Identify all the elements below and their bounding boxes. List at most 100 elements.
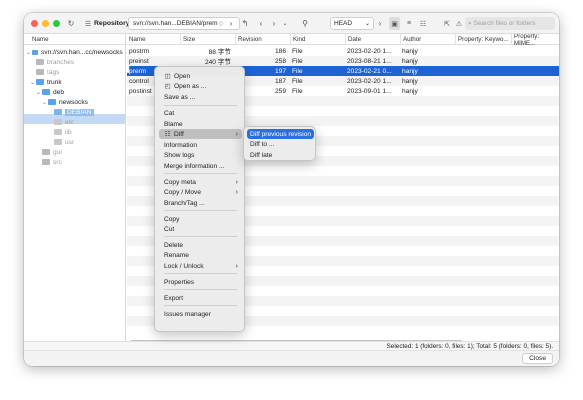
tree-item-lib[interactable]: lib xyxy=(54,127,72,137)
repository-icon: ☰ xyxy=(84,20,92,28)
menu-item-label: Open as ... xyxy=(174,82,207,90)
tree-item-branches[interactable]: branches xyxy=(36,57,74,67)
nav-menu-chevron-icon[interactable]: ⌄ xyxy=(280,17,290,30)
close-window-button[interactable] xyxy=(31,20,38,27)
cell-date: 2023-02-20 1... xyxy=(347,47,392,55)
context-menu: ◫ Open ◰ Open as ... Save as ... Cat Blame… xyxy=(154,66,245,332)
revision-select[interactable]: HEAD ⌄ xyxy=(330,17,374,30)
menu-item-blame[interactable]: Blame xyxy=(159,119,242,129)
menu-item-merge-information[interactable]: Merge information ... xyxy=(159,161,242,171)
tree-item-root[interactable]: ⌄ svn://svn.han...cc/newsocks xyxy=(26,47,123,57)
forward-icon[interactable]: › xyxy=(269,17,279,30)
menu-item-copy-meta[interactable]: Copy meta › xyxy=(159,177,242,187)
cell-author: hanjy xyxy=(402,87,418,95)
split-view-icon[interactable]: ▣ xyxy=(389,17,400,30)
refresh-icon[interactable]: ↻ xyxy=(66,17,76,30)
menu-item-label: Merge information ... xyxy=(164,162,225,170)
menu-item-open[interactable]: ◫ Open xyxy=(159,71,242,81)
tree-item-newsocks[interactable]: ⌄ newsocks xyxy=(42,97,88,107)
columns-view-icon[interactable]: ≡ xyxy=(404,17,414,30)
tree-item-src[interactable]: src xyxy=(42,157,62,167)
tree-item-debian[interactable]: DEBIAN xyxy=(54,107,94,117)
revision-icon[interactable]: ⚲ xyxy=(300,17,310,30)
menu-item-branch-tag[interactable]: Branch/Tag ... xyxy=(159,198,242,208)
repository-label[interactable]: Repository xyxy=(94,17,130,30)
column-header-name[interactable]: Name xyxy=(127,34,180,45)
tree-item-etc[interactable]: etc xyxy=(54,117,74,127)
menu-item-properties[interactable]: Properties xyxy=(159,277,242,287)
diff-submenu: Diff previous revision Diff to ... Diff … xyxy=(243,126,316,161)
go-up-icon[interactable]: ↰ xyxy=(240,17,250,30)
menu-item-copy-move[interactable]: Copy / Move › xyxy=(159,187,242,197)
menu-item-cut[interactable]: Cut xyxy=(159,224,242,234)
menu-item-label: Cat xyxy=(164,109,175,117)
tree-item-usr[interactable]: usr xyxy=(54,137,74,147)
menu-item-rename[interactable]: Rename xyxy=(159,250,242,260)
tree-item-label: etc xyxy=(65,118,74,126)
chevron-right-icon: › xyxy=(235,188,238,196)
column-header-date[interactable]: Date xyxy=(345,34,400,45)
menu-item-show-logs[interactable]: Show logs xyxy=(159,150,242,160)
submenu-item-diff-previous-revision[interactable]: Diff previous revision xyxy=(247,129,314,139)
menu-item-diff[interactable]: ☷ Diff › xyxy=(159,129,242,139)
folder-icon xyxy=(42,149,50,155)
path-forward-icon[interactable]: › xyxy=(227,17,235,30)
revision-next-icon[interactable]: › xyxy=(376,17,384,30)
folder-icon xyxy=(42,159,50,165)
menu-item-label: Blame xyxy=(164,120,183,128)
menu-item-issues-manager[interactable]: Issues manager xyxy=(159,309,242,319)
search-field[interactable]: ⌕ xyxy=(465,17,555,30)
export-icon[interactable]: ⇱ xyxy=(442,17,452,30)
menu-item-cat[interactable]: Cat xyxy=(159,108,242,118)
cell-revision: 186 xyxy=(274,47,286,55)
column-header-size[interactable]: Size xyxy=(180,34,235,45)
tree-item-deb[interactable]: ⌄ deb xyxy=(36,87,64,97)
column-header-kind[interactable]: Kind xyxy=(290,34,345,45)
tree-item-trunk[interactable]: ⌄ trunk xyxy=(30,77,62,87)
search-input[interactable] xyxy=(473,20,552,27)
cell-size: 240 字节 xyxy=(204,59,231,66)
menu-item-information[interactable]: Information xyxy=(159,140,242,150)
menu-item-delete[interactable]: Delete xyxy=(159,240,242,250)
submenu-item-diff-to[interactable]: Diff to ... xyxy=(247,139,314,149)
cell-kind: File xyxy=(292,77,303,85)
menu-item-save-as[interactable]: Save as ... xyxy=(159,92,242,102)
folder-icon xyxy=(36,69,44,75)
cell-author: hanjy xyxy=(402,57,418,65)
cell-kind: File xyxy=(292,67,303,75)
open-icon: ◫ xyxy=(164,73,171,80)
tree-item-gui[interactable]: gui xyxy=(42,147,62,157)
list-view-icon[interactable]: ☷ xyxy=(418,17,428,30)
menu-item-open-as[interactable]: ◰ Open as ... xyxy=(159,81,242,91)
info-icon[interactable]: ⚠ xyxy=(454,17,464,30)
open-as-icon: ◰ xyxy=(164,83,171,90)
tree-item-tags[interactable]: tags xyxy=(36,67,59,77)
cell-size: 88 字节 xyxy=(208,49,231,56)
cell-kind: File xyxy=(292,47,303,55)
chevron-right-icon: › xyxy=(235,178,238,186)
table-row[interactable]: preinst 240 字节 258 File 2023-08-21 1... hanjy xyxy=(127,56,559,66)
tree-header[interactable]: Name xyxy=(24,34,125,45)
column-header-property-keywords[interactable]: Property: Keywo... xyxy=(455,34,511,45)
minimize-window-button[interactable] xyxy=(42,20,49,27)
menu-separator xyxy=(164,289,237,290)
path-stepper-icon[interactable]: ◇ xyxy=(217,17,225,30)
folder-icon xyxy=(36,79,44,85)
column-header-revision[interactable]: Revision xyxy=(235,34,290,45)
close-button[interactable]: Close xyxy=(522,353,553,364)
column-header-author[interactable]: Author xyxy=(400,34,455,45)
menu-item-export[interactable]: Export xyxy=(159,293,242,303)
submenu-item-diff-late[interactable]: Diff late xyxy=(247,150,314,160)
zoom-window-button[interactable] xyxy=(53,20,60,27)
tree-item-label: deb xyxy=(53,88,65,96)
menu-item-label: Copy / Move xyxy=(164,188,202,196)
table-row[interactable]: postrm 88 字节 186 File 2023-02-20 1... hanjy xyxy=(127,46,559,57)
back-icon[interactable]: ‹ xyxy=(256,17,266,30)
menu-item-lock-unlock[interactable]: Lock / Unlock › xyxy=(159,261,242,271)
column-header-property-mime[interactable]: Property: MIME... xyxy=(511,34,559,47)
menu-item-label: Information xyxy=(164,141,197,149)
menu-item-copy[interactable]: Copy xyxy=(159,214,242,224)
menu-item-label: Branch/Tag ... xyxy=(164,199,205,207)
folder-tree: Name ⌄ svn://svn.han...cc/newsocks branc… xyxy=(24,34,126,341)
bottom-bar: Close xyxy=(24,350,559,366)
